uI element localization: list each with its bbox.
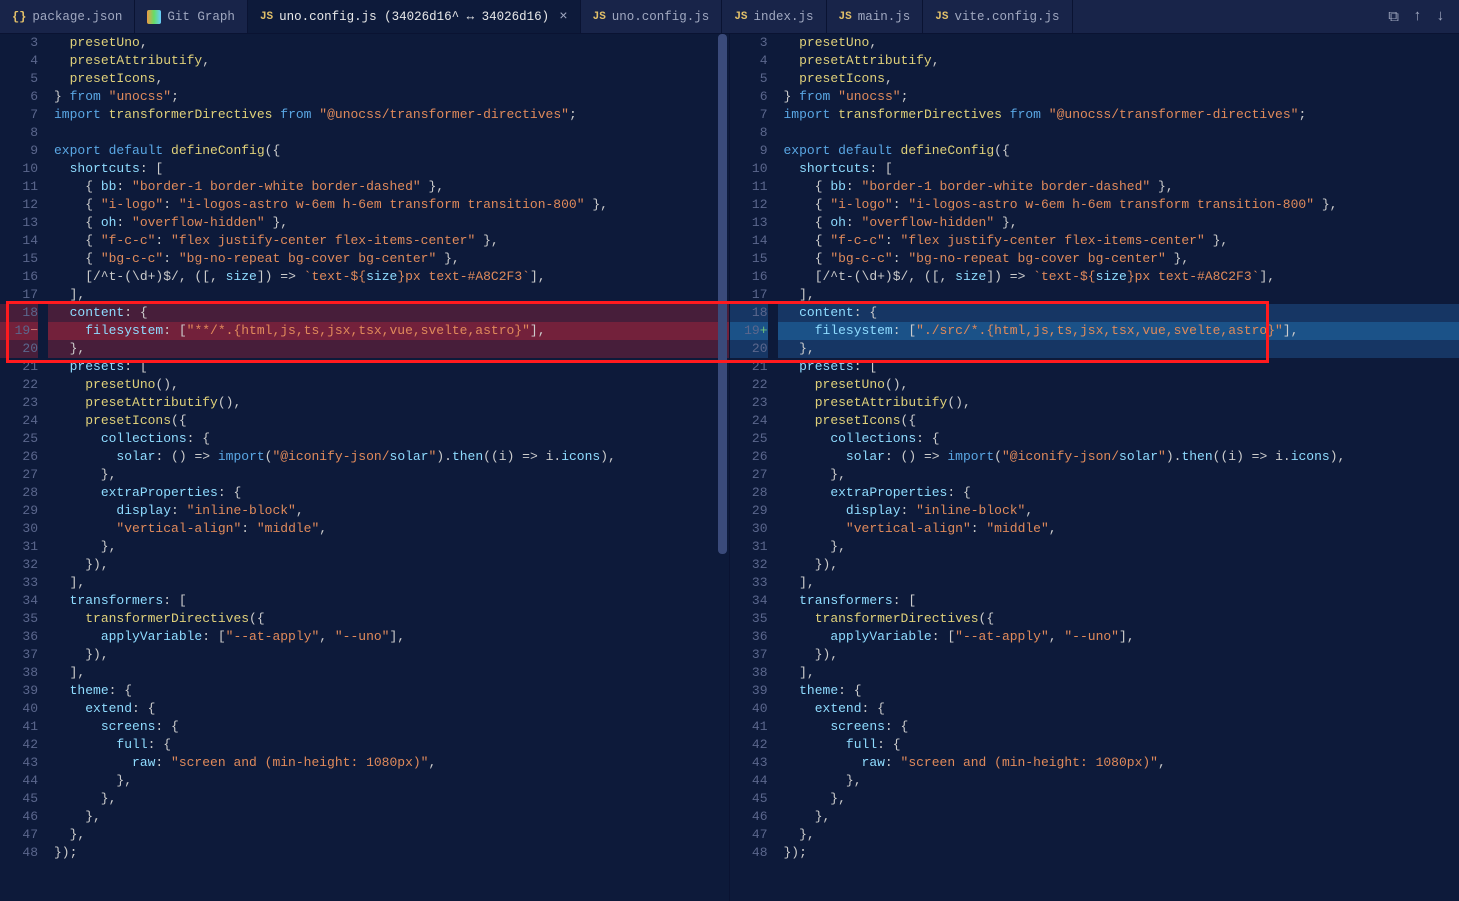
close-icon[interactable]: × bbox=[559, 9, 567, 25]
js-icon: JS bbox=[839, 11, 852, 23]
js-icon: JS bbox=[734, 11, 747, 23]
tab-label: Git Graph bbox=[167, 10, 235, 24]
tab-uno-config-diff[interactable]: JS uno.config.js (34026d16^ ↔ 34026d16) … bbox=[248, 0, 581, 33]
js-icon: JS bbox=[260, 11, 273, 23]
json-icon: {} bbox=[12, 10, 26, 24]
js-icon: JS bbox=[593, 11, 606, 23]
git-graph-icon bbox=[147, 10, 161, 24]
tab-package-json[interactable]: {} package.json bbox=[0, 0, 135, 33]
scrollbar-thumb[interactable] bbox=[718, 34, 727, 554]
tab-main-js[interactable]: JS main.js bbox=[827, 0, 924, 33]
tab-vite-config[interactable]: JS vite.config.js bbox=[923, 0, 1072, 33]
tab-label: main.js bbox=[858, 10, 911, 24]
diff-pane-right[interactable]: 345678910111213141516171819+202122232425… bbox=[730, 34, 1459, 901]
tab-label: package.json bbox=[32, 10, 122, 24]
tab-index-js[interactable]: JS index.js bbox=[722, 0, 826, 33]
tab-label: vite.config.js bbox=[954, 10, 1059, 24]
code-left[interactable]: presetUno, presetAttributify, presetIcon… bbox=[48, 34, 729, 862]
tabbar: {} package.json Git Graph JS uno.config.… bbox=[0, 0, 1459, 34]
tab-label: uno.config.js (34026d16^ ↔ 34026d16) bbox=[279, 10, 549, 24]
code-right[interactable]: presetUno, presetAttributify, presetIcon… bbox=[778, 34, 1459, 862]
diff-editor: 345678910111213141516171819−202122232425… bbox=[0, 34, 1459, 901]
tab-uno-config[interactable]: JS uno.config.js bbox=[581, 0, 723, 33]
js-icon: JS bbox=[935, 11, 948, 23]
open-changes-icon[interactable]: ⧉ bbox=[1388, 8, 1399, 26]
editor-actions: ⧉ ↑ ↓ bbox=[1374, 0, 1459, 33]
diff-pane-left[interactable]: 345678910111213141516171819−202122232425… bbox=[0, 34, 730, 901]
next-change-icon[interactable]: ↓ bbox=[1436, 8, 1445, 25]
tab-label: index.js bbox=[754, 10, 814, 24]
tab-git-graph[interactable]: Git Graph bbox=[135, 0, 248, 33]
previous-change-icon[interactable]: ↑ bbox=[1413, 8, 1422, 25]
line-gutter-left: 345678910111213141516171819−202122232425… bbox=[0, 34, 48, 862]
line-gutter-right: 345678910111213141516171819+202122232425… bbox=[730, 34, 778, 862]
tab-label: uno.config.js bbox=[612, 10, 710, 24]
